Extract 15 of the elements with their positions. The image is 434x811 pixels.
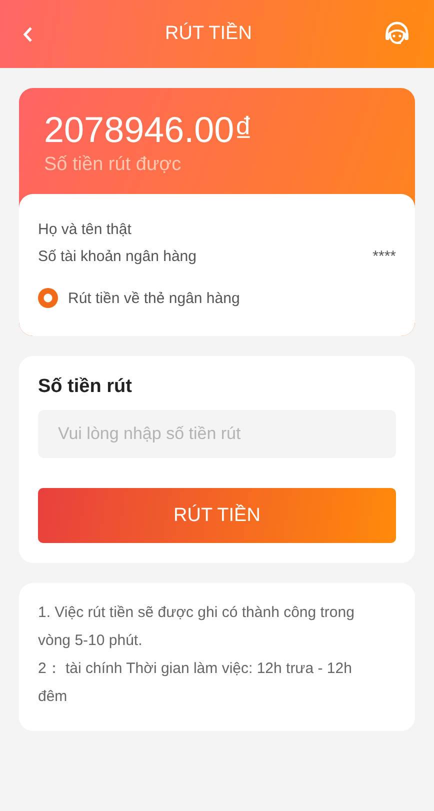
field-label: Họ và tên thật bbox=[38, 221, 132, 238]
section-title: Số tiền rút bbox=[38, 376, 133, 398]
support-button[interactable] bbox=[384, 21, 410, 47]
field-label: Số tài khoản ngân hàng bbox=[38, 248, 196, 265]
back-button[interactable] bbox=[22, 26, 33, 42]
note-text: 1. Việc rút tiền sẽ được ghi có thành công trong vòng 5-10 phút. bbox=[38, 603, 356, 651]
page-title: RÚT TIỀN bbox=[165, 23, 252, 45]
balance-amount: 2078946.00₫ bbox=[44, 108, 254, 152]
balance-label: Số tiền rút được bbox=[44, 154, 182, 176]
payout-option[interactable]: Rút tiền về thẻ ngân hàng bbox=[38, 288, 396, 308]
field-value: **** bbox=[372, 248, 396, 265]
note-text: 2： tài chính Thời gian làm việc: 12h trưa - 12h đêm bbox=[38, 659, 353, 707]
amount-field[interactable]: Vui lòng nhập số tiền rút bbox=[38, 410, 396, 458]
headset-icon bbox=[384, 21, 410, 47]
back-icon bbox=[22, 26, 33, 42]
